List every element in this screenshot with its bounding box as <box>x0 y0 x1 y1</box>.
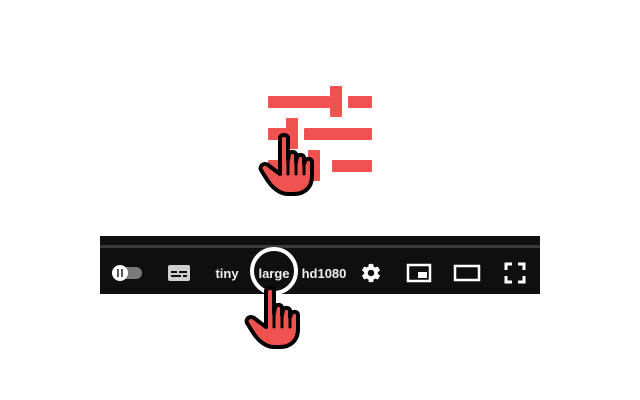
autoplay-toggle[interactable] <box>108 256 146 290</box>
miniplayer-icon <box>406 263 432 283</box>
pointing-hand-icon <box>244 285 304 351</box>
miniplayer-button[interactable] <box>404 256 434 290</box>
theater-mode-icon <box>453 264 481 282</box>
fullscreen-icon <box>504 262 526 284</box>
subtitles-button[interactable] <box>164 256 194 290</box>
player-controls: tiny large hd1080 <box>100 247 540 295</box>
player-control-bar: tiny large hd1080 <box>100 236 540 295</box>
quality-label: large <box>258 265 290 281</box>
quality-option-hd1080[interactable]: hd1080 <box>300 256 348 290</box>
quality-label: tiny <box>215 265 239 281</box>
fullscreen-button[interactable] <box>500 256 530 290</box>
subtitles-icon <box>167 264 191 282</box>
autoplay-toggle-icon <box>110 264 144 282</box>
settings-button[interactable] <box>358 256 384 290</box>
pointing-hand-icon <box>258 132 318 198</box>
gear-icon <box>360 262 382 284</box>
quality-option-tiny[interactable]: tiny <box>212 256 242 290</box>
quality-label: hd1080 <box>301 265 347 281</box>
theater-mode-button[interactable] <box>450 256 484 290</box>
progress-bar[interactable] <box>100 245 540 248</box>
